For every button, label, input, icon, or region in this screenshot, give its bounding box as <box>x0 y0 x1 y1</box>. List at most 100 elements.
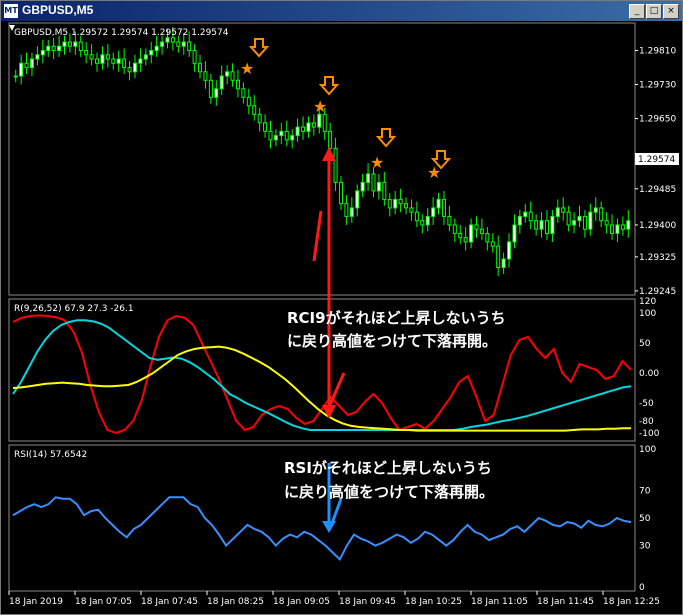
star-icon: ★ <box>313 97 327 116</box>
candle-body <box>393 198 398 209</box>
candle-body <box>40 50 45 56</box>
candle-body <box>360 181 365 192</box>
candle-body <box>13 75 18 78</box>
candle-body <box>496 245 501 268</box>
candle-body <box>122 58 127 69</box>
candle-body <box>95 58 100 64</box>
close-icon[interactable]: × <box>663 4 679 19</box>
star-icon: ★ <box>370 153 384 172</box>
candle-body <box>528 211 533 222</box>
price-axis-label: 1.29810 <box>639 47 676 57</box>
candle-body <box>51 45 56 52</box>
time-axis-label: 18 Jan 07:45 <box>141 597 198 607</box>
rsi-axis-label: 50 <box>639 514 651 524</box>
candle-body <box>555 207 560 217</box>
candle-body <box>170 37 175 43</box>
candle-body <box>534 220 539 230</box>
candle-body <box>143 54 148 60</box>
candle-body <box>550 215 555 234</box>
app-icon: MT <box>4 4 18 18</box>
candle-body <box>219 75 224 90</box>
candle-body <box>469 224 474 243</box>
rci-axis-label: 100 <box>639 309 656 319</box>
price-axis-label: 1.29730 <box>639 81 676 91</box>
rsi-axis-label: 70 <box>639 486 651 496</box>
candle-body <box>89 54 94 60</box>
candle-body <box>404 203 409 209</box>
candle-body <box>387 198 392 209</box>
candle-body <box>273 135 278 141</box>
candle-body <box>67 41 72 47</box>
candle-body <box>349 207 354 217</box>
candle-body <box>127 67 132 73</box>
rci-axis-label: 0.00 <box>639 369 659 379</box>
candle-body <box>376 181 381 192</box>
time-axis-label: 18 Jan 08:25 <box>207 597 264 607</box>
candle-body <box>328 130 333 149</box>
price-axis-label: 1.29650 <box>639 115 676 125</box>
candle-body <box>29 58 34 69</box>
signal-markers: ★ ★ ★ ★ <box>240 38 452 182</box>
candle-body <box>517 215 522 226</box>
current-price-label: 1.29574 <box>638 155 675 165</box>
candle-body <box>523 211 528 217</box>
star-icon: ★ <box>240 59 254 78</box>
candle-body <box>105 54 110 60</box>
candle-body <box>84 50 89 56</box>
candle-body <box>154 45 159 52</box>
price-axis-label: 1.29245 <box>639 287 676 297</box>
time-axis-label: 18 Jan 11:45 <box>537 597 594 607</box>
down-arrow-icon <box>318 76 340 96</box>
candle-body <box>235 79 240 90</box>
chart-window: MT GBPUSD,M5 _ □ × 1.29810 1.29730 1.29650… <box>0 0 683 615</box>
candle-body <box>447 215 452 226</box>
candle-body <box>512 224 517 243</box>
candle-body <box>582 215 587 230</box>
candle-body <box>187 41 192 52</box>
candle-body <box>490 241 495 247</box>
candle-body <box>203 71 208 81</box>
candle-body <box>620 224 625 230</box>
candle-body <box>35 54 40 60</box>
rci-axis-label: 120 <box>639 297 656 307</box>
candle-body <box>263 122 268 132</box>
chart-canvas[interactable]: 1.29810 1.29730 1.29650 1.29485 1.29400 1.293… <box>1 21 682 614</box>
rsi-axis-label: 0 <box>639 583 645 593</box>
candle-body <box>463 237 468 243</box>
candle-body <box>479 228 484 234</box>
candle-body <box>610 224 615 234</box>
candle-body <box>561 207 566 213</box>
rsi-series <box>12 496 632 562</box>
candle-body <box>192 50 197 64</box>
rsi-axis-label: 30 <box>639 542 651 552</box>
candle-body <box>317 113 322 128</box>
candle-body <box>572 220 577 226</box>
candle-body <box>24 62 29 69</box>
candle-body <box>132 62 137 73</box>
rci-axis-label: -80 <box>639 417 654 427</box>
candle-body <box>458 232 463 239</box>
candle-body <box>539 220 544 230</box>
maximize-icon[interactable]: □ <box>646 4 662 19</box>
candle-body <box>198 62 203 73</box>
candle-body <box>544 220 549 234</box>
candle-body <box>338 181 343 205</box>
candle-body <box>566 211 571 226</box>
candle-body <box>160 41 165 47</box>
price-axis-label: 1.29400 <box>639 221 676 231</box>
candle-body <box>246 96 251 107</box>
down-arrow-icon <box>375 128 397 148</box>
title-bar[interactable]: MT GBPUSD,M5 _ □ × <box>1 1 682 21</box>
candle-body <box>420 220 425 226</box>
rsi-annotation-line2: に戻り高値をつけて下落再開。 <box>284 483 494 501</box>
time-axis-label: 18 Jan 07:05 <box>75 597 132 607</box>
candle-body <box>431 207 436 217</box>
candle-body <box>111 58 116 64</box>
time-axis-label: 18 Jan 09:45 <box>339 597 396 607</box>
candle-body <box>301 126 306 132</box>
candle-body <box>355 190 360 209</box>
minimize-icon[interactable]: _ <box>629 4 645 19</box>
down-arrow-icon <box>248 38 270 58</box>
candle-body <box>225 71 230 77</box>
candle-body <box>268 130 273 141</box>
